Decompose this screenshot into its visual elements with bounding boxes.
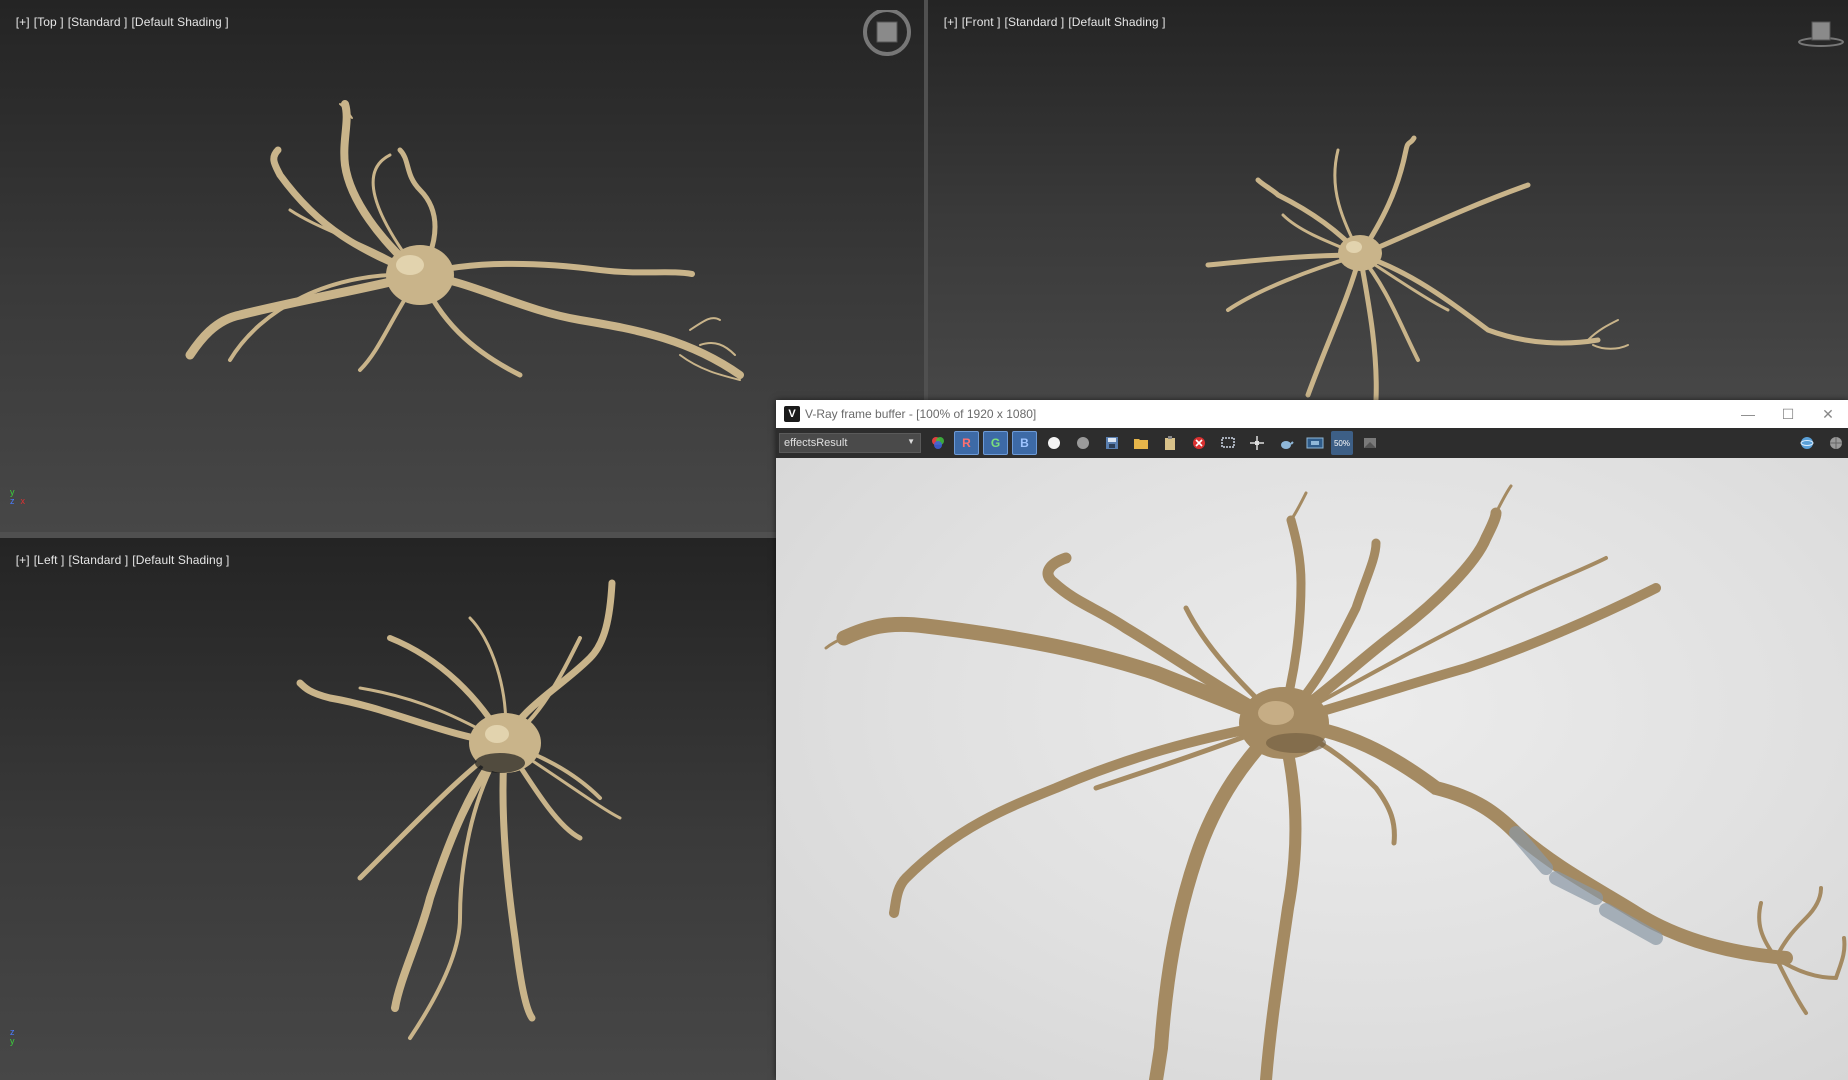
vfb-toolbar: effectsResult ▼ R G B 50% xyxy=(776,428,1848,458)
color-channels-icon[interactable] xyxy=(925,431,950,455)
viewcube-top[interactable] xyxy=(862,8,912,65)
vray-frame-buffer-window[interactable]: V V-Ray frame buffer - [100% of 1920 x 1… xyxy=(776,400,1848,1080)
grey-circle-icon[interactable] xyxy=(1070,431,1095,455)
close-button[interactable]: ✕ xyxy=(1808,400,1848,428)
vfb-title: V-Ray frame buffer - [100% of 1920 x 108… xyxy=(805,407,1037,421)
vray-logo-icon: V xyxy=(784,406,800,422)
red-channel-button[interactable]: R xyxy=(954,431,979,455)
neuron-model-left xyxy=(296,579,622,1040)
chevron-down-icon: ▼ xyxy=(907,437,915,446)
blue-channel-button[interactable]: B xyxy=(1012,431,1037,455)
globe-render-icon[interactable] xyxy=(1794,431,1819,455)
render-canvas[interactable] xyxy=(776,458,1848,1080)
viewport-left[interactable]: [+] [Left ] [Standard ] [Default Shading ] … xyxy=(0,538,776,1080)
minimize-button[interactable]: — xyxy=(1728,400,1768,428)
neuron-model-front xyxy=(1205,135,1629,400)
rendered-neuron-image xyxy=(824,484,1847,1080)
viewport-front[interactable]: [+] [Front ] [Standard ] [Default Shading ] xyxy=(928,0,1848,400)
region-render-icon[interactable] xyxy=(1215,431,1240,455)
track-mouse-icon[interactable] xyxy=(1244,431,1269,455)
clear-icon[interactable] xyxy=(1186,431,1211,455)
teapot-render-icon[interactable] xyxy=(1273,431,1298,455)
lens-effects-icon[interactable] xyxy=(1302,431,1327,455)
save-icon[interactable] xyxy=(1099,431,1124,455)
vfb-titlebar[interactable]: V V-Ray frame buffer - [100% of 1920 x 1… xyxy=(776,400,1848,428)
clipboard-icon[interactable] xyxy=(1157,431,1182,455)
open-folder-icon[interactable] xyxy=(1128,431,1153,455)
white-circle-icon[interactable] xyxy=(1041,431,1066,455)
history-icon[interactable] xyxy=(1357,431,1382,455)
sphere-icon[interactable] xyxy=(1823,431,1848,455)
axis-gizmo-top: y zx xyxy=(10,487,25,506)
maximize-button[interactable]: ☐ xyxy=(1768,400,1808,428)
zoom-50-icon[interactable]: 50% xyxy=(1331,431,1353,455)
channel-select[interactable]: effectsResult ▼ xyxy=(779,433,921,453)
axis-gizmo-left: z y xyxy=(10,1027,15,1046)
viewcube-front[interactable] xyxy=(1796,18,1846,53)
green-channel-button[interactable]: G xyxy=(983,431,1008,455)
